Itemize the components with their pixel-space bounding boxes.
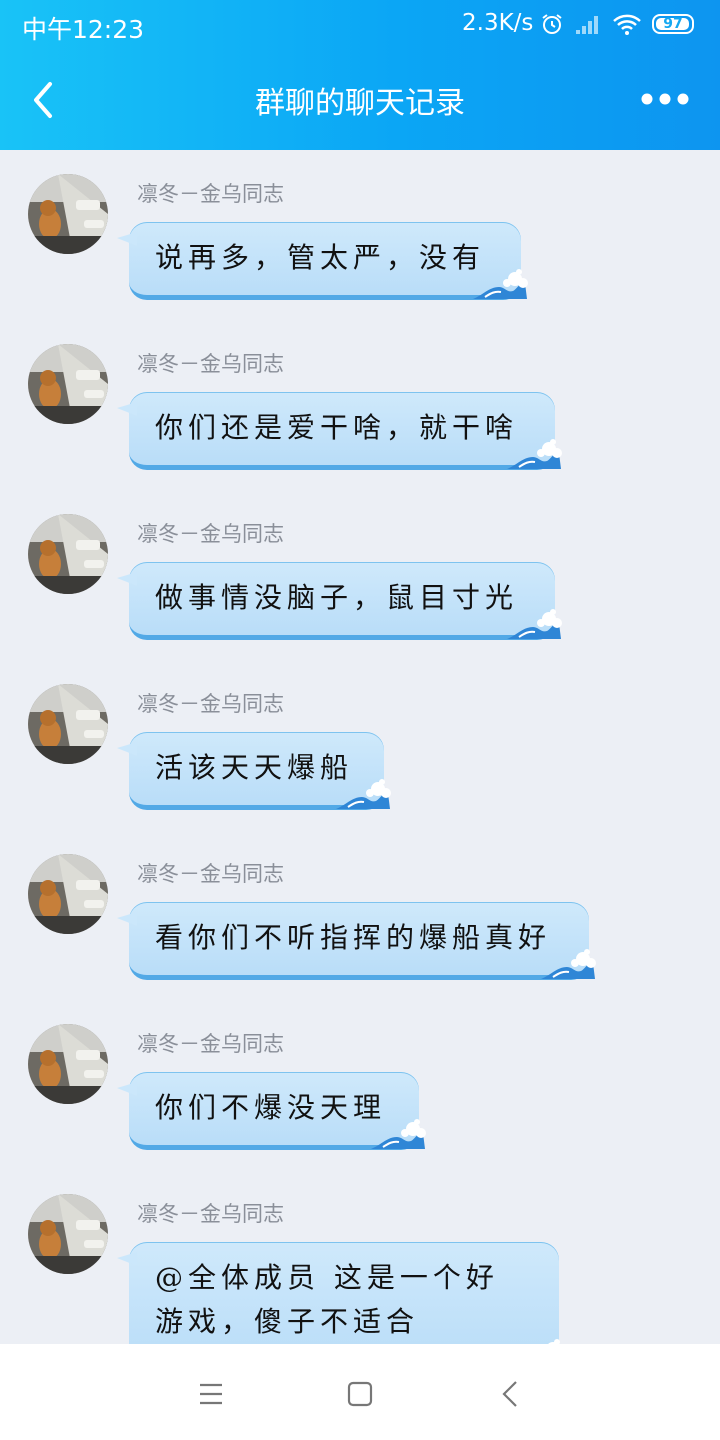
sender-name: 凛冬－金乌同志 [137, 352, 284, 376]
message-bubble[interactable]: @全体成员 这是一个好游戏，傻子不适合 [117, 1242, 560, 1344]
bubble-tail [117, 742, 137, 756]
sender-name: 凛冬－金乌同志 [137, 1202, 284, 1226]
battery-icon: 97 [652, 14, 694, 34]
wave-decoration-icon [371, 1119, 426, 1149]
page-title: 群聊的聊天记录 [255, 86, 465, 121]
sender-name: 凛冬－金乌同志 [137, 692, 284, 716]
bubble-tail [117, 912, 137, 926]
nav-bar: 群聊的聊天记录 [0, 52, 720, 150]
wifi-icon [613, 14, 641, 35]
avatar[interactable] [28, 1194, 108, 1274]
message-bubble[interactable]: 做事情没脑子，鼠目寸光 [117, 562, 562, 640]
message-bubble[interactable]: 你们不爆没天理 [117, 1072, 426, 1150]
signal-icon [576, 16, 598, 34]
sender-name: 凛冬－金乌同志 [137, 1032, 284, 1056]
chat-message: 凛冬－金乌同志你们不爆没天理 [0, 1000, 720, 1160]
message-text: 你们不爆没天理 [155, 1091, 387, 1124]
bubble-tail [117, 402, 137, 416]
alarm-icon [542, 14, 562, 34]
battery-level: 97 [663, 16, 683, 32]
message-bubble[interactable]: 活该天天爆船 [117, 732, 391, 810]
message-text: 看你们不听指挥的爆船真好 [155, 921, 552, 954]
avatar[interactable] [28, 1024, 108, 1104]
message-text: 说再多，管太严，没有 [155, 241, 486, 274]
back-triangle-icon[interactable] [491, 1374, 531, 1414]
avatar[interactable] [28, 514, 108, 594]
sender-name: 凛冬－金乌同志 [137, 862, 284, 886]
message-text: 活该天天爆船 [155, 751, 354, 784]
status-time: 中午12:23 [22, 15, 145, 44]
menu-icon[interactable] [191, 1374, 231, 1414]
wave-decoration-icon [548, 1339, 560, 1344]
network-speed: 2.3K/s [462, 10, 534, 36]
wave-decoration-icon [473, 269, 528, 299]
message-text: 你们还是爱干啥，就干啥 [155, 411, 519, 444]
chat-history-list[interactable]: 凛冬－金乌同志 说再多，管太严，没有 凛冬－金乌同志 你们还是爱干啥，就干啥 凛冬－金乌… [0, 150, 720, 1344]
system-navigation-bar [0, 1344, 720, 1440]
avatar[interactable] [28, 684, 108, 764]
chat-message: 凛冬－金乌同志做事情没脑子，鼠目寸光 [0, 490, 720, 650]
wave-decoration-icon [507, 609, 562, 639]
chat-message: 凛冬－金乌同志看你们不听指挥的爆船真好 [0, 830, 720, 990]
chat-message: 凛冬－金乌同志活该天天爆船 [0, 660, 720, 820]
home-square-icon[interactable] [340, 1374, 380, 1414]
message-text: @全体成员 这是一个好游戏，傻子不适合 [155, 1261, 499, 1338]
avatar[interactable] [28, 174, 108, 254]
app-header: 中午12:23 2.3K/s 97 群聊的聊天记录 [0, 0, 720, 150]
wave-decoration-icon [541, 949, 596, 979]
chat-message: 凛冬－金乌同志你们还是爱干啥，就干啥 [0, 320, 720, 480]
message-bubble[interactable]: 看你们不听指挥的爆船真好 [117, 902, 596, 980]
wave-decoration-icon [336, 779, 391, 809]
avatar[interactable] [28, 854, 108, 934]
sender-name: 凛冬－金乌同志 [137, 522, 284, 546]
message-text: 做事情没脑子，鼠目寸光 [155, 581, 519, 614]
more-dots-icon[interactable] [638, 84, 692, 114]
chat-message: 凛冬－金乌同志 @全体成员 这是一个好游戏，傻子不适合 [0, 1170, 720, 1344]
bubble-tail [117, 572, 137, 586]
bubble-tail [117, 232, 137, 246]
message-bubble[interactable]: 你们还是爱干啥，就干啥 [117, 392, 562, 470]
avatar[interactable] [28, 344, 108, 424]
bubble-tail [117, 1082, 137, 1096]
status-bar: 中午12:23 2.3K/s 97 [0, 0, 720, 52]
sender-name: 凛冬－金乌同志 [137, 182, 284, 206]
chat-message: 凛冬－金乌同志说再多，管太严，没有 [0, 150, 720, 310]
message-bubble[interactable]: 说再多，管太严，没有 [117, 222, 528, 300]
bubble-tail [117, 1252, 137, 1266]
wave-decoration-icon [507, 439, 562, 469]
